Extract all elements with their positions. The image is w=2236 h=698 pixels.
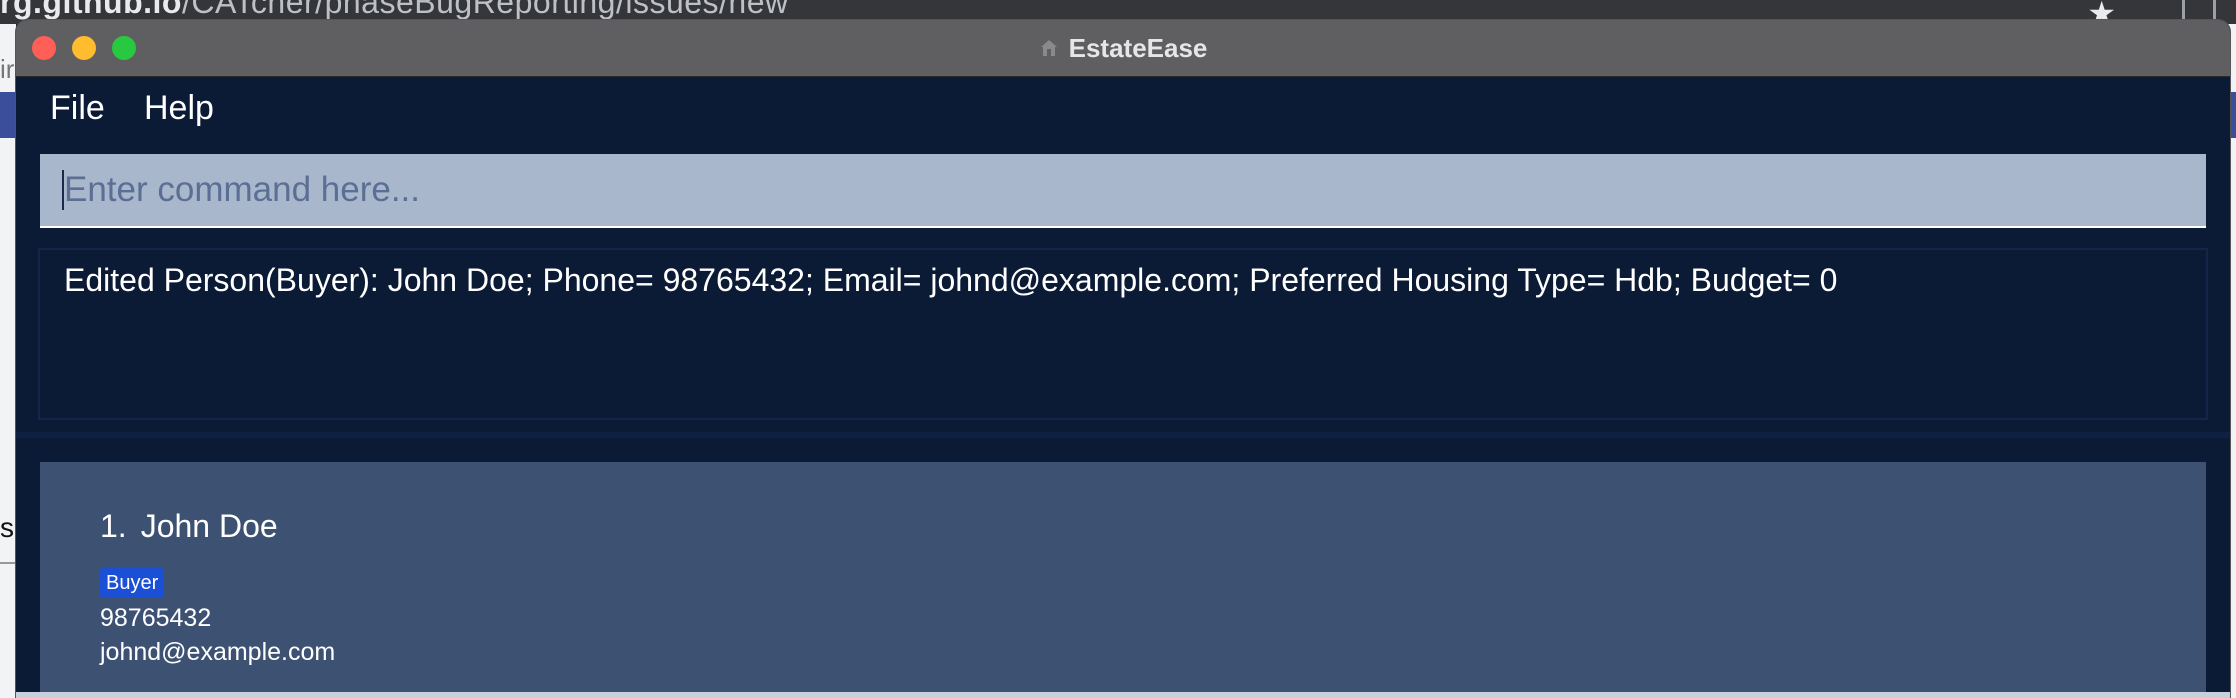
menu-file[interactable]: File [50, 89, 105, 128]
background-divider [0, 562, 16, 564]
result-display: Edited Person(Buyer): John Doe; Phone= 9… [38, 248, 2208, 420]
background-page-banner-left [0, 92, 16, 138]
menu-bar: File Help [16, 77, 2230, 159]
panel-separator [16, 432, 2230, 438]
person-phone: 98765432 [100, 604, 212, 632]
house-icon [1039, 38, 1059, 58]
background-text-fragment: ir [0, 54, 15, 84]
person-name-line: 1. John Doe [100, 508, 278, 545]
text-caret [62, 170, 64, 210]
background-text-fragment: s [0, 512, 14, 543]
person-email: johnd@example.com [100, 638, 336, 666]
menu-help[interactable]: Help [144, 89, 214, 128]
app-window: EstateEase File Help Edited Person(Buyer… [16, 20, 2230, 698]
command-box [40, 154, 2206, 228]
browser-url[interactable]: rg.github.io/CATcher/phaseBugReporting/i… [0, 0, 789, 21]
command-input[interactable] [40, 154, 2206, 226]
result-message: Edited Person(Buyer): John Doe; Phone= 9… [64, 262, 1838, 298]
window-title: EstateEase [1068, 32, 1208, 63]
next-card-edge [16, 692, 2230, 698]
person-name: John Doe [140, 508, 278, 544]
window-title-group: EstateEase [16, 20, 2230, 76]
person-index: 1. [100, 508, 127, 544]
person-tag-badge: Buyer [100, 568, 165, 598]
person-card[interactable]: 1. John Doe Buyer 98765432 johnd@example.… [40, 462, 2206, 692]
title-bar[interactable]: EstateEase [16, 20, 2230, 77]
person-list[interactable]: 1. John Doe Buyer 98765432 johnd@example.… [40, 462, 2206, 698]
